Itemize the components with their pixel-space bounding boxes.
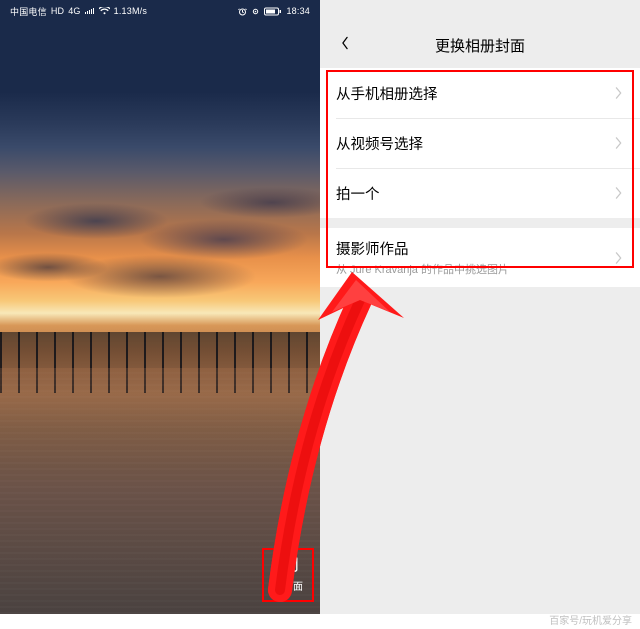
wallpaper-clouds	[0, 147, 320, 331]
eye-comfort-icon	[251, 7, 260, 16]
option-label: 摄影师作品	[336, 238, 509, 259]
net-speed: 1.13M/s	[114, 6, 147, 16]
group-gap	[320, 218, 640, 228]
chevron-right-icon	[614, 87, 624, 99]
tutorial-composite: 中国电信 HD 4G 1.13M/s	[0, 0, 640, 629]
hd-icon: HD	[51, 6, 64, 16]
chevron-left-icon	[338, 36, 352, 55]
chevron-right-icon	[614, 187, 624, 199]
signal-icon	[85, 7, 95, 15]
clock-time: 18:34	[286, 6, 310, 16]
network-icon: 4G	[68, 6, 80, 16]
nav-bar: 更换相册封面	[320, 22, 640, 68]
option-subtitle: 从 Jure Kravanja 的作品中挑选图片	[336, 261, 509, 277]
back-button[interactable]	[328, 22, 362, 68]
option-label: 从手机相册选择	[336, 83, 438, 104]
option-group-2: 摄影师作品 从 Jure Kravanja 的作品中挑选图片	[320, 228, 640, 287]
option-label: 从视频号选择	[336, 133, 423, 154]
page-title: 更换相册封面	[435, 35, 525, 56]
phone-left: 中国电信 HD 4G 1.13M/s	[0, 0, 320, 614]
phone-right: 中国电信 HD 4G 6.21K/s	[320, 0, 640, 614]
change-cover-label: 换封面	[273, 578, 303, 593]
chevron-right-icon	[614, 252, 624, 264]
options-area: 从手机相册选择 从视频号选择 拍一个 摄影师作品 从 Jure Krava	[320, 68, 640, 287]
option-from-album[interactable]: 从手机相册选择	[320, 68, 640, 118]
change-cover-button[interactable]: 换封面	[266, 552, 310, 596]
option-photographer[interactable]: 摄影师作品 从 Jure Kravanja 的作品中挑选图片	[320, 228, 640, 287]
chevron-right-icon	[614, 137, 624, 149]
option-from-channel[interactable]: 从视频号选择	[320, 118, 640, 168]
wifi-icon	[99, 7, 110, 15]
option-group-1: 从手机相册选择 从视频号选择 拍一个	[320, 68, 640, 218]
battery-icon	[264, 7, 282, 16]
option-take-photo[interactable]: 拍一个	[320, 168, 640, 218]
image-icon	[278, 556, 298, 575]
carrier-label: 中国电信	[10, 5, 47, 18]
watermark: 百家号/玩机爱分享	[549, 612, 632, 627]
alarm-icon	[238, 7, 247, 16]
option-label: 拍一个	[336, 183, 380, 204]
status-bar-left: 中国电信 HD 4G 1.13M/s	[0, 0, 320, 22]
